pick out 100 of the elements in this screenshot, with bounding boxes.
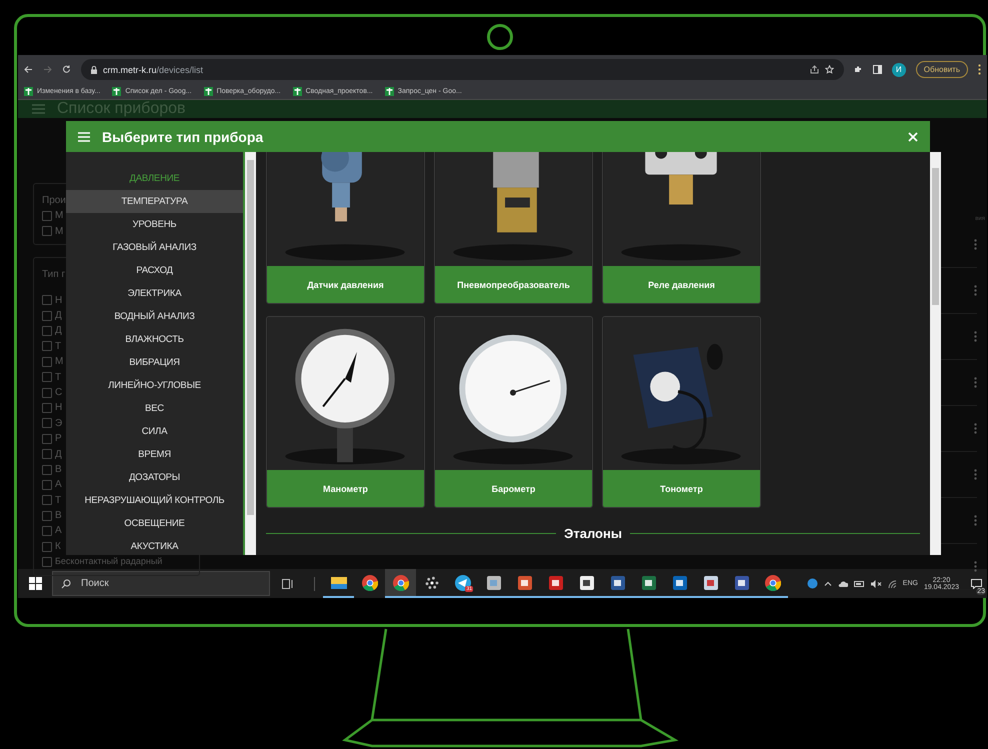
checkbox[interactable] <box>42 526 52 536</box>
option-label: В <box>55 462 62 476</box>
checkbox[interactable] <box>42 310 52 321</box>
app-icon <box>516 574 532 590</box>
forward-icon[interactable] <box>43 65 52 74</box>
option-label: Э <box>55 416 62 430</box>
checkbox[interactable] <box>42 434 52 444</box>
checkbox[interactable] <box>42 295 52 306</box>
option-label: А <box>55 524 62 538</box>
scrollbar[interactable] <box>930 152 941 555</box>
windows-icon[interactable] <box>28 577 42 590</box>
category-item[interactable]: ТЕМПЕРАТУРА <box>66 190 243 213</box>
paper-plane-icon <box>454 574 470 590</box>
category-item[interactable]: ЛИНЕЙНО-УГЛОВЫЕ <box>66 374 243 397</box>
category-item[interactable]: УРОВЕНЬ <box>66 213 243 236</box>
device-card[interactable]: Барометр <box>434 316 593 508</box>
option-label: Р <box>55 432 62 446</box>
checkbox[interactable] <box>42 388 52 398</box>
checkbox[interactable] <box>42 211 52 222</box>
checkbox[interactable] <box>42 403 52 414</box>
checkbox[interactable] <box>42 356 52 367</box>
checkbox[interactable] <box>42 556 52 567</box>
star-icon[interactable] <box>824 65 834 74</box>
option-label: Н <box>55 401 62 415</box>
device-card[interactable]: Тонометр <box>602 316 761 508</box>
option-label: С <box>55 386 62 400</box>
checkbox[interactable] <box>42 464 52 475</box>
share-icon[interactable] <box>810 65 819 74</box>
option-label: К <box>55 540 61 554</box>
dialog-title: Выберите тип прибора <box>102 128 264 144</box>
puzzle-icon[interactable] <box>854 65 863 74</box>
checkbox[interactable] <box>42 341 52 352</box>
device-card[interactable]: Реле давления <box>602 152 761 304</box>
category-item[interactable]: ОСВЕЩЕНИЕ <box>66 512 243 535</box>
device-card[interactable]: Пневмопреобразователь <box>434 152 593 304</box>
category-item[interactable]: РАСХОД <box>66 259 243 282</box>
sheet-icon <box>384 87 394 96</box>
card-label: Датчик давления <box>267 266 424 303</box>
close-button[interactable] <box>908 132 918 142</box>
muted-speaker-icon[interactable] <box>870 580 882 588</box>
checkbox[interactable] <box>42 495 52 506</box>
option-label: Д <box>55 308 62 322</box>
address-bar[interactable]: crm.metr-k.ru/devices/list <box>81 59 844 80</box>
more-icon[interactable] <box>974 331 977 342</box>
more-icon[interactable] <box>974 377 977 388</box>
option-label: В <box>55 509 62 522</box>
app-icon <box>578 574 594 590</box>
checkbox[interactable] <box>42 480 52 490</box>
card-label: Пневмопреобразователь <box>435 266 592 303</box>
card-label: Реле давления <box>603 266 760 303</box>
category-item[interactable]: ВОДНЫЙ АНАЛИЗ <box>66 305 243 328</box>
card-label: Тонометр <box>603 470 760 507</box>
checkbox[interactable] <box>42 326 52 336</box>
battery-icon[interactable] <box>854 580 865 586</box>
more-icon[interactable] <box>974 515 977 526</box>
checkbox[interactable] <box>42 510 52 521</box>
category-item[interactable]: НЕРАЗРУШАЮЩИЙ КОНТРОЛЬ <box>66 489 243 512</box>
wifi-icon[interactable] <box>888 580 897 588</box>
chevron-up-icon[interactable] <box>824 581 832 586</box>
category-item[interactable]: ЭЛЕКТРИКА <box>66 282 243 305</box>
checkbox[interactable] <box>42 542 52 552</box>
reload-icon[interactable] <box>62 65 71 74</box>
sheet-icon <box>24 87 33 96</box>
more-icon[interactable] <box>974 423 977 434</box>
scrollbar[interactable] <box>245 152 256 555</box>
category-item[interactable]: ВЛАЖНОСТЬ <box>66 328 243 351</box>
side-panel-icon[interactable] <box>872 65 882 74</box>
option-label: Т <box>55 494 62 508</box>
checkbox[interactable] <box>42 372 52 382</box>
category-item[interactable]: ГАЗОВЫЙ АНАЛИЗ <box>66 236 243 259</box>
more-icon[interactable] <box>974 285 977 296</box>
app-icon <box>672 574 688 590</box>
message-icon[interactable] <box>970 578 982 588</box>
device-card[interactable]: Датчик давления <box>266 152 425 304</box>
back-icon[interactable] <box>24 65 33 74</box>
app-icon <box>610 574 626 590</box>
checkbox[interactable] <box>42 418 52 428</box>
search-field[interactable]: Поиск <box>79 577 249 590</box>
category-item[interactable]: СИЛА <box>66 420 243 443</box>
app-icon <box>734 574 750 590</box>
category-item[interactable]: ДАВЛЕНИЕ <box>66 167 243 190</box>
task-view-icon[interactable] <box>282 578 294 588</box>
device-card[interactable]: Манометр <box>266 316 425 508</box>
update-button[interactable]: Обновить <box>916 61 968 78</box>
search-box[interactable]: Поиск <box>52 571 270 596</box>
category-item[interactable]: ВЕС <box>66 397 243 420</box>
taskbar-app[interactable] <box>385 569 416 598</box>
category-item[interactable]: ДОЗАТОРЫ <box>66 466 243 489</box>
category-item[interactable]: АКУСТИКА <box>66 535 243 555</box>
checkbox[interactable] <box>42 226 52 236</box>
more-icon[interactable] <box>978 64 981 75</box>
cloud-icon[interactable] <box>838 580 848 586</box>
more-icon[interactable] <box>974 469 977 480</box>
search-icon <box>61 578 71 588</box>
more-icon[interactable] <box>974 239 977 250</box>
option-label: М <box>55 224 64 238</box>
checkbox[interactable] <box>42 449 52 460</box>
category-item[interactable]: ВРЕМЯ <box>66 443 243 466</box>
category-item[interactable]: ВИБРАЦИЯ <box>66 351 243 374</box>
sparkle-icon <box>424 576 438 590</box>
